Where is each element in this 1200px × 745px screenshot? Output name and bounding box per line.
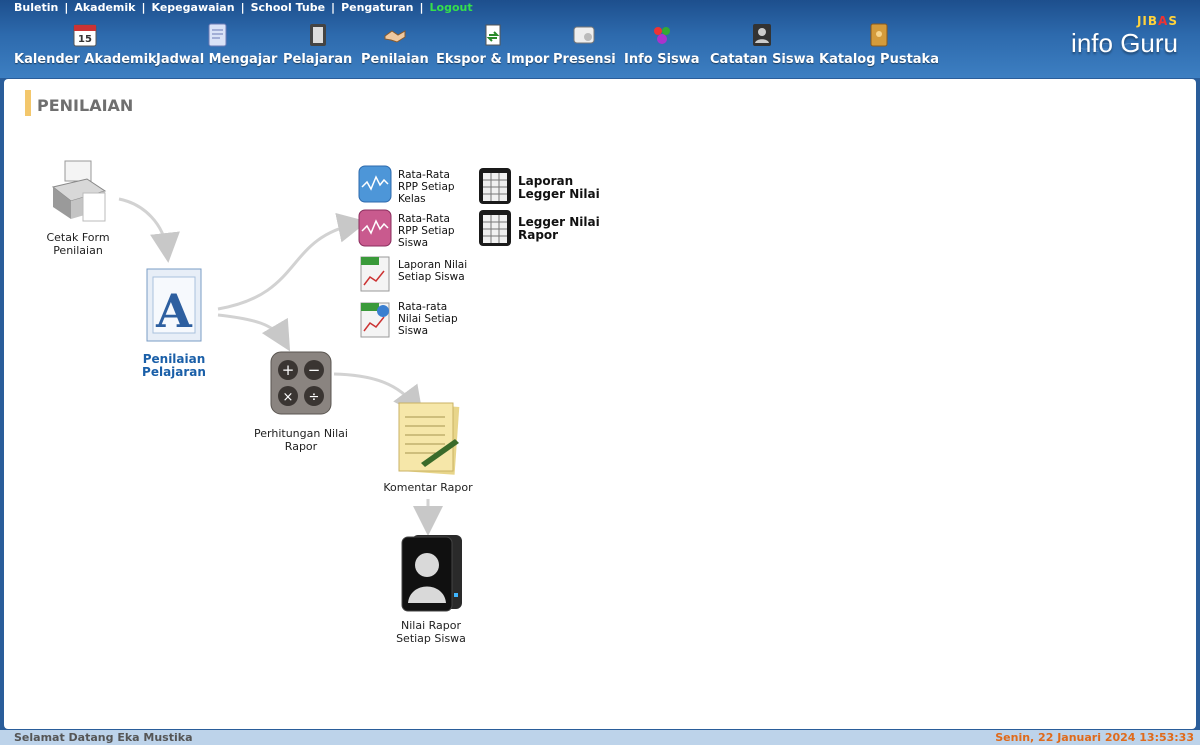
logout-link[interactable]: Logout — [430, 1, 473, 14]
chart-pink-icon — [358, 209, 392, 247]
nav-akademik[interactable]: Akademik — [74, 1, 135, 14]
nav-label: Penilaian — [361, 52, 429, 67]
clipboard-icon — [573, 26, 595, 44]
arrow — [118, 197, 180, 263]
nav-separator: | — [141, 1, 146, 14]
nav-katalog-pustaka[interactable]: Katalog Pustaka — [819, 22, 939, 67]
document-a-icon: A — [146, 268, 202, 342]
logo-text: A — [1158, 14, 1169, 28]
page-title: PENILAIAN — [37, 96, 134, 115]
nav-label: Jadwal Mengajar — [156, 52, 278, 67]
svg-text:×: × — [283, 390, 294, 405]
spreadsheet-icon — [479, 210, 511, 246]
nav-label: Pelajaran — [283, 52, 353, 67]
printer-icon — [51, 160, 107, 222]
spreadsheet-icon — [479, 168, 511, 204]
node-label: Cetak Form Penilaian — [46, 231, 110, 257]
nav-pelajaran[interactable]: Pelajaran — [283, 22, 352, 67]
nav-catatan-siswa[interactable]: Catatan Siswa — [710, 22, 814, 67]
nav-separator: | — [64, 1, 69, 14]
rata-rpp-setiap-kelas[interactable]: Rata-Rata RPP Setiap Kelas — [358, 165, 478, 205]
header: Buletin | Akademik | Kepegawaian | School Tube… — [0, 0, 1200, 78]
xls-report-icon — [360, 256, 390, 292]
students-icon — [653, 27, 670, 44]
arrow — [217, 213, 368, 311]
svg-text:+: + — [282, 361, 295, 379]
user-folder-icon — [753, 24, 772, 46]
calendar-icon: 15 — [73, 24, 97, 47]
node-label: Nilai Rapor Setiap Siswa — [396, 619, 466, 645]
rata-rpp-setiap-siswa[interactable]: Rata-Rata RPP Setiap Siswa — [358, 209, 478, 249]
nav-label: Kalender Akademik — [14, 52, 157, 67]
library-book-icon — [870, 23, 888, 47]
nav-separator: | — [331, 1, 336, 14]
nav-separator: | — [419, 1, 424, 14]
logo-text: S — [1168, 14, 1178, 28]
nav-kepegawaian[interactable]: Kepegawaian — [152, 1, 235, 14]
nav-pengaturan[interactable]: Pengaturan — [341, 1, 413, 14]
welcome-text: Selamat Datang Eka Mustika — [14, 731, 193, 744]
nav-ekspor-impor[interactable]: Ekspor & Impor — [436, 22, 549, 67]
book-icon — [309, 24, 326, 46]
nav-buletin[interactable]: Buletin — [14, 1, 58, 14]
user-folder-icon — [401, 535, 462, 612]
laporan-nilai-setiap-siswa[interactable]: Laporan Nilai Setiap Siswa — [358, 255, 478, 295]
nav-presensi[interactable]: Presensi — [553, 22, 616, 67]
status-bar: Selamat Datang Eka Mustika Senin, 22 Jan… — [0, 730, 1200, 745]
node-label: Penilaian Pelajaran — [142, 352, 206, 379]
calculator-icon: + − × ÷ — [270, 351, 332, 415]
nav-penilaian[interactable]: Penilaian — [361, 22, 429, 67]
logo-text: JIB — [1136, 14, 1159, 28]
node-label: Komentar Rapor — [383, 481, 473, 494]
export-import-icon — [485, 24, 501, 46]
top-nav: Buletin | Akademik | Kepegawaian | School Tube… — [14, 1, 473, 14]
rata-rata-nilai-setiap-siswa[interactable]: Rata-rata Nilai Setiap Siswa — [358, 301, 478, 343]
calendar-day: 15 — [78, 34, 92, 45]
nilai-rapor-setiap-siswa[interactable]: Nilai Rapor Setiap Siswa — [386, 533, 476, 645]
nav-jadwal-mengajar[interactable]: Jadwal Mengajar — [156, 22, 277, 67]
nav-info-siswa[interactable]: Info Siswa — [624, 22, 700, 67]
logo-reflection: info Guru — [1071, 40, 1178, 55]
nav-label: Katalog Pustaka — [819, 52, 939, 67]
node-label: Legger Nilai Rapor — [518, 215, 600, 242]
nav-separator: | — [240, 1, 245, 14]
title-accent-bar — [25, 90, 31, 116]
datetime-text: Senin, 22 Januari 2024 13:53:33 — [995, 731, 1194, 744]
jibas-logo: JIBAS — [1137, 14, 1178, 28]
nav-label: Presensi — [553, 52, 616, 67]
xls-globe-icon — [360, 302, 390, 338]
legger-nilai-rapor[interactable]: Legger Nilai Rapor — [478, 209, 608, 249]
node-label: Rata-Rata RPP Setiap Kelas — [398, 169, 455, 205]
nav-label: Catatan Siswa — [710, 52, 815, 67]
penilaian-pelajaran[interactable]: A Penilaian Pelajaran — [114, 265, 234, 379]
perhitungan-nilai-rapor[interactable]: + − × ÷ Perhitungan Nilai Rapor — [240, 351, 362, 453]
nav-label: Info Siswa — [624, 52, 700, 67]
node-label: Perhitungan Nilai Rapor — [254, 427, 348, 453]
komentar-rapor[interactable]: Komentar Rapor — [378, 399, 478, 494]
brand-logo: JIBAS info Guru info Guru — [1068, 14, 1178, 70]
notebook-icon — [208, 23, 227, 47]
svg-text:÷: ÷ — [309, 390, 320, 405]
nav-label: Ekspor & Impor — [436, 52, 550, 67]
content-panel: PENILAIAN Cetak Form Penilaian A Penilai… — [4, 79, 1196, 729]
handshake-icon — [384, 30, 406, 43]
node-label: Laporan Legger Nilai — [518, 174, 600, 201]
nav-kalender-akademik[interactable]: 15 Kalender Akademik — [14, 22, 157, 67]
chart-blue-icon — [358, 165, 392, 203]
node-label: Laporan Nilai Setiap Siswa — [398, 259, 468, 283]
node-label: Rata-Rata RPP Setiap Siswa — [398, 213, 455, 249]
nav-school-tube[interactable]: School Tube — [251, 1, 325, 14]
svg-text:A: A — [155, 284, 193, 338]
node-label: Rata-rata Nilai Setiap Siswa — [398, 301, 458, 337]
notepad-pen-icon — [398, 402, 460, 475]
svg-text:−: − — [308, 361, 321, 379]
cetak-form-penilaian[interactable]: Cetak Form Penilaian — [34, 157, 122, 257]
laporan-legger-nilai[interactable]: Laporan Legger Nilai — [478, 167, 608, 207]
